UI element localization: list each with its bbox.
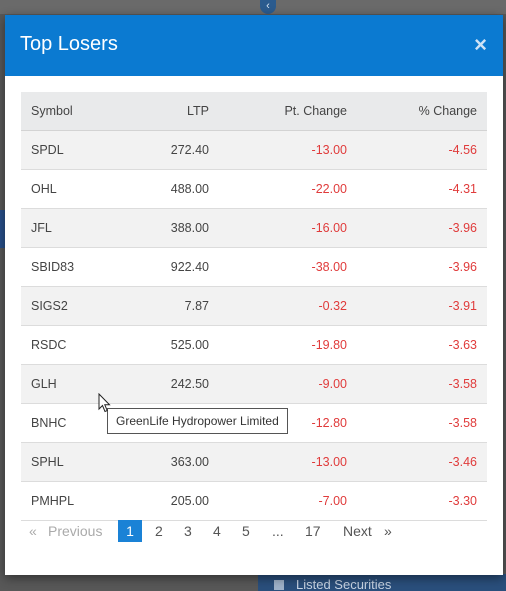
table-row[interactable]: OHL 488.00 -22.00 -4.31 (21, 169, 487, 209)
cell-ltp: 525.00 (123, 325, 219, 365)
previous-arrow: « (29, 523, 37, 539)
cell-pct-change: -3.63 (357, 325, 487, 365)
cell-symbol[interactable]: JFL (21, 208, 123, 248)
cell-pt-change: -7.00 (219, 481, 357, 521)
cell-symbol[interactable]: PMHPL (21, 481, 123, 521)
cell-ltp: 272.40 (123, 130, 219, 170)
cell-pt-change: -13.00 (219, 442, 357, 482)
next-button[interactable]: Next (343, 520, 372, 542)
table-row[interactable]: SPHL 363.00 -13.00 -3.46 (21, 442, 487, 482)
page-button-5[interactable]: 5 (242, 520, 250, 542)
cell-ltp: 488.00 (123, 169, 219, 209)
cell-pt-change: -16.00 (219, 208, 357, 248)
losers-table-container: Symbol LTP Pt. Change % Change SPDL 272.4… (21, 92, 487, 521)
cell-pt-change: -19.80 (219, 325, 357, 365)
table-row[interactable]: JFL 388.00 -16.00 -3.96 (21, 208, 487, 248)
cell-pt-change: -13.00 (219, 130, 357, 170)
top-losers-modal: Top Losers × Symbol LTP Pt. Change % Cha… (5, 15, 503, 575)
listed-securities-label: Listed Securities (296, 577, 392, 591)
page-button-2[interactable]: 2 (155, 520, 163, 542)
cell-symbol[interactable]: OHL (21, 169, 123, 209)
table-row[interactable]: SPDL 272.40 -13.00 -4.56 (21, 130, 487, 170)
page-button-4[interactable]: 4 (213, 520, 221, 542)
cell-pt-change: -22.00 (219, 169, 357, 209)
cell-symbol[interactable]: SPHL (21, 442, 123, 482)
table-row[interactable]: SIGS2 7.87 -0.32 -3.91 (21, 286, 487, 326)
cell-pct-change: -3.58 (357, 403, 487, 443)
cell-symbol[interactable]: RSDC (21, 325, 123, 365)
cell-pct-change: -3.96 (357, 208, 487, 248)
cell-ltp: 922.40 (123, 247, 219, 287)
cell-pt-change: -38.00 (219, 247, 357, 287)
cell-pt-change: -0.32 (219, 286, 357, 326)
cell-ltp: 7.87 (123, 286, 219, 326)
cell-pct-change: -4.31 (357, 169, 487, 209)
cell-ltp: 388.00 (123, 208, 219, 248)
close-icon[interactable]: × (474, 34, 487, 56)
page-button-3[interactable]: 3 (184, 520, 192, 542)
cell-symbol[interactable]: SIGS2 (21, 286, 123, 326)
column-header-pt-change[interactable]: Pt. Change (219, 92, 357, 131)
cell-ltp: 205.00 (123, 481, 219, 521)
background-listed-securities-link: Listed Securities (258, 574, 506, 591)
losers-table: Symbol LTP Pt. Change % Change SPDL 272.4… (21, 92, 487, 521)
table-row[interactable]: PMHPL 205.00 -7.00 -3.30 (21, 481, 487, 521)
column-header-symbol[interactable]: Symbol (21, 92, 123, 131)
column-header-pct-change[interactable]: % Change (357, 92, 487, 131)
cell-pct-change: -4.56 (357, 130, 487, 170)
cell-ltp: 363.00 (123, 442, 219, 482)
background-top-strip (0, 0, 506, 14)
table-row[interactable]: SBID83 922.40 -38.00 -3.96 (21, 247, 487, 287)
table-header-row: Symbol LTP Pt. Change % Change (21, 92, 487, 131)
cell-symbol[interactable]: SPDL (21, 130, 123, 170)
mouse-pointer-icon (98, 393, 111, 413)
cell-pct-change: -3.30 (357, 481, 487, 521)
cell-ltp: 242.50 (123, 364, 219, 404)
cell-pct-change: -3.58 (357, 364, 487, 404)
cell-pct-change: -3.96 (357, 247, 487, 287)
page-button-17[interactable]: 17 (305, 520, 321, 542)
next-arrow[interactable]: » (384, 520, 392, 542)
pagination-ellipsis: ... (272, 523, 284, 539)
table-row[interactable]: GLH 242.50 -9.00 -3.58 (21, 364, 487, 404)
symbol-tooltip: GreenLife Hydropower Limited (107, 408, 288, 434)
column-header-ltp[interactable]: LTP (123, 92, 219, 131)
cell-pct-change: -3.91 (357, 286, 487, 326)
previous-button: Previous (48, 523, 103, 539)
page-button-1[interactable]: 1 (118, 520, 142, 542)
cell-pct-change: -3.46 (357, 442, 487, 482)
grid-icon (274, 580, 284, 590)
cell-symbol[interactable]: SBID83 (21, 247, 123, 287)
modal-header: Top Losers × (5, 15, 503, 76)
modal-title: Top Losers (20, 33, 118, 55)
table-row[interactable]: RSDC 525.00 -19.80 -3.63 (21, 325, 487, 365)
cell-pt-change: -9.00 (219, 364, 357, 404)
